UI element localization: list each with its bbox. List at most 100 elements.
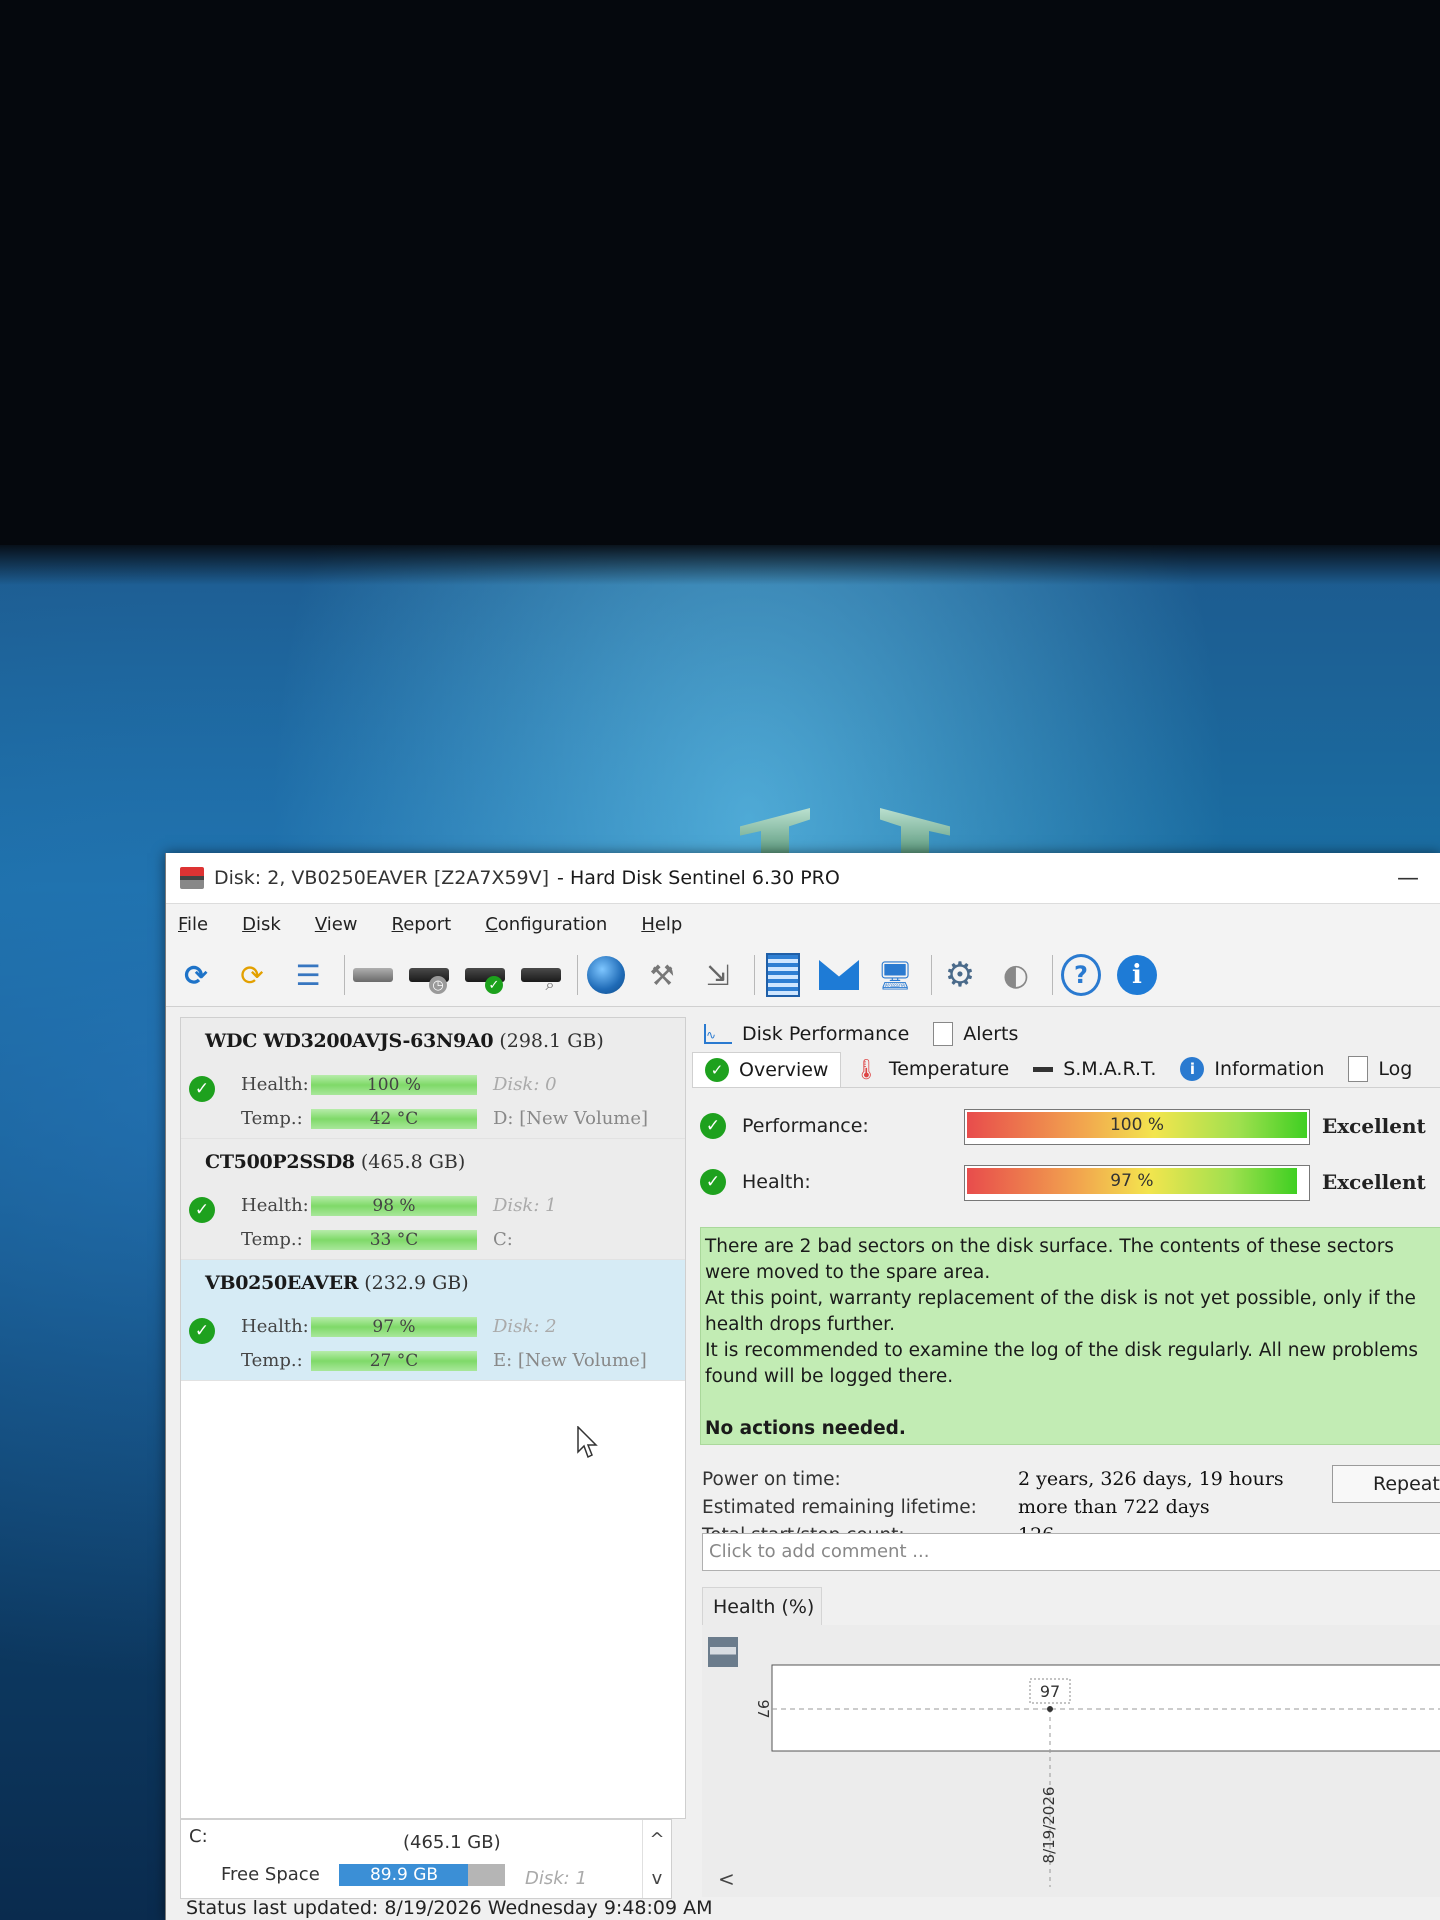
disk-tools-icon[interactable]: ⚒ — [642, 955, 682, 995]
power-on-value: 2 years, 326 days, 19 hours — [1018, 1468, 1284, 1490]
health-label: Health: — [241, 1074, 309, 1095]
menu-configuration[interactable]: Configuration — [485, 914, 607, 935]
title-bar[interactable]: Disk: 2, VB0250EAVER [Z2A7X59V] - Hard D… — [166, 853, 1440, 904]
disk-size: (465.8 GB) — [360, 1151, 466, 1173]
disk-volume: E: [New Volume] — [493, 1350, 647, 1371]
minimize-button[interactable]: — — [1385, 861, 1431, 895]
tab-label: Log — [1378, 1058, 1413, 1080]
health-bar: 100 % — [311, 1075, 477, 1095]
disk-export-icon[interactable]: ⇲ — [698, 955, 738, 995]
health-row: ✓ Health: 97 % Excellent — [700, 1163, 1440, 1203]
toolbar-separator — [931, 955, 932, 995]
temp-bar: 42 °C — [311, 1109, 477, 1129]
remaining-lifetime-label: Estimated remaining lifetime: — [702, 1497, 977, 1518]
disk-index: Disk: 2 — [493, 1316, 557, 1337]
network-globe-icon[interactable] — [586, 955, 626, 995]
menu-disk[interactable]: Disk — [242, 914, 281, 935]
disk-model: WDC WD3200AVJS-63N9A0 — [205, 1030, 494, 1052]
refresh-warning-icon[interactable]: ⟳ — [232, 955, 272, 995]
monitor-icon[interactable]: 🖥 — [875, 955, 915, 995]
performance-chart-icon: ∿ — [704, 1024, 732, 1044]
disk-index: Disk: 1 — [493, 1195, 557, 1216]
disk-size: (298.1 GB) — [499, 1030, 604, 1052]
disk-model: VB0250EAVER — [205, 1272, 359, 1294]
tab-label: Temperature — [888, 1058, 1010, 1080]
alerts-document-icon — [933, 1022, 954, 1046]
repeat-test-button[interactable]: Repeat Test — [1332, 1465, 1440, 1503]
report-document-icon[interactable] — [763, 953, 803, 997]
help-icon[interactable]: ? — [1061, 954, 1101, 996]
performance-rating: Excellent — [1322, 1114, 1426, 1138]
mouse-cursor-icon — [577, 1426, 598, 1459]
performance-label: Performance: — [742, 1115, 869, 1137]
disk-entry-0[interactable]: WDC WD3200AVJS-63N9A0 (298.1 GB) ✓ Health… — [181, 1018, 685, 1139]
window-title-app: - Hard Disk Sentinel 6.30 PRO — [557, 867, 840, 889]
menu-report[interactable]: Report — [392, 914, 452, 935]
disk-model: CT500P2SSD8 — [205, 1151, 355, 1173]
message-final: No actions needed. — [705, 1418, 906, 1439]
hard-disk-sentinel-icon — [180, 867, 204, 889]
performance-bar-fill: 100 % — [967, 1112, 1307, 1138]
refresh-icon[interactable]: ⟳ — [176, 955, 216, 995]
temp-bar: 27 °C — [311, 1351, 477, 1371]
tab-overview[interactable]: ✓ Overview — [692, 1051, 842, 1087]
tab-log[interactable]: Log — [1336, 1052, 1424, 1086]
comment-input[interactable]: Click to add comment ... — [702, 1533, 1440, 1571]
disk-grey-icon[interactable] — [353, 955, 393, 995]
tab-smart[interactable]: S.M.A.R.T. — [1021, 1052, 1168, 1086]
health-bar-fill: 97 % — [967, 1168, 1297, 1194]
disk-schedule-icon[interactable]: ◷ — [409, 955, 449, 995]
toolbar: ⟳ ⟳ ☰ ◷ ✓ ⌕ ⚒ ⇲ 🖥 ⚙ ◐ ? i — [166, 944, 1440, 1007]
performance-bar: 100 % — [964, 1109, 1310, 1145]
menu-bar: File Disk View Report Configuration Help — [166, 904, 1440, 944]
disk-entry-2[interactable]: VB0250EAVER (232.9 GB) ✓ Health: 97 % Dis… — [181, 1260, 685, 1381]
menu-help[interactable]: Help — [641, 914, 682, 935]
health-bar: 97 % — [311, 1317, 477, 1337]
tab-disk-performance[interactable]: ∿ Disk Performance — [692, 1017, 921, 1051]
menu-view[interactable]: View — [315, 914, 358, 935]
disk-entry-1[interactable]: CT500P2SSD8 (465.8 GB) ✓ Health: 98 % Dis… — [181, 1139, 685, 1260]
tab-label: Information — [1214, 1058, 1325, 1080]
health-bar: 98 % — [311, 1196, 477, 1216]
tab-alerts[interactable]: Alerts — [921, 1017, 1030, 1051]
free-space-bar: 89.9 GB — [339, 1864, 505, 1886]
info-icon[interactable]: i — [1117, 955, 1157, 995]
check-icon: ✓ — [189, 1076, 215, 1102]
list-icon[interactable]: ☰ — [288, 955, 328, 995]
toolbar-separator — [344, 955, 345, 995]
check-icon: ✓ — [700, 1113, 726, 1139]
window-title-disk: Disk: 2, VB0250EAVER [Z2A7X59V] — [214, 867, 550, 889]
disk-ok-icon[interactable]: ✓ — [465, 955, 505, 995]
disk-volume: D: [New Volume] — [493, 1108, 649, 1129]
smart-icon — [1033, 1066, 1054, 1072]
mail-icon[interactable] — [819, 955, 859, 995]
thermometer-icon: 🌡 — [853, 1057, 879, 1081]
y-tick-label: 97 — [754, 1699, 772, 1718]
message-line: It is recommended to examine the log of … — [705, 1340, 1419, 1387]
health-label: Health: — [742, 1171, 811, 1193]
disk-size: (232.9 GB) — [364, 1272, 469, 1294]
scroll-up-button[interactable]: ^ — [649, 1829, 664, 1850]
tab-health-percent[interactable]: Health (%) — [702, 1587, 822, 1625]
partition-scroll: ^ v — [642, 1820, 671, 1898]
tab-information[interactable]: i Information — [1168, 1052, 1336, 1086]
toolbar-separator — [1052, 955, 1053, 995]
free-space-label: Free Space — [221, 1864, 320, 1885]
disk-volume: C: — [493, 1229, 513, 1250]
gear-icon[interactable]: ⚙ — [940, 955, 980, 995]
message-line: At this point, warranty replacement of t… — [705, 1288, 1416, 1335]
partition-panel: C: (465.1 GB) Free Space 89.9 GB Disk: 1… — [180, 1819, 672, 1899]
tab-temperature[interactable]: 🌡 Temperature — [841, 1052, 1021, 1086]
x-tick-label: 8/19/2026 — [1040, 1787, 1058, 1864]
disk-search-icon[interactable]: ⌕ — [521, 955, 561, 995]
log-document-icon — [1348, 1056, 1369, 1082]
health-label: Health: — [241, 1195, 309, 1216]
free-space-value: 89.9 GB — [369, 1865, 439, 1885]
chart-scroll-left-icon[interactable]: < — [718, 1867, 735, 1891]
data-point — [1047, 1706, 1053, 1712]
speaker-icon[interactable]: ◐ — [996, 955, 1036, 995]
toolbar-separator — [577, 955, 578, 995]
menu-file[interactable]: File — [178, 914, 208, 935]
check-icon: ✓ — [189, 1197, 215, 1223]
scroll-down-button[interactable]: v — [652, 1868, 663, 1889]
